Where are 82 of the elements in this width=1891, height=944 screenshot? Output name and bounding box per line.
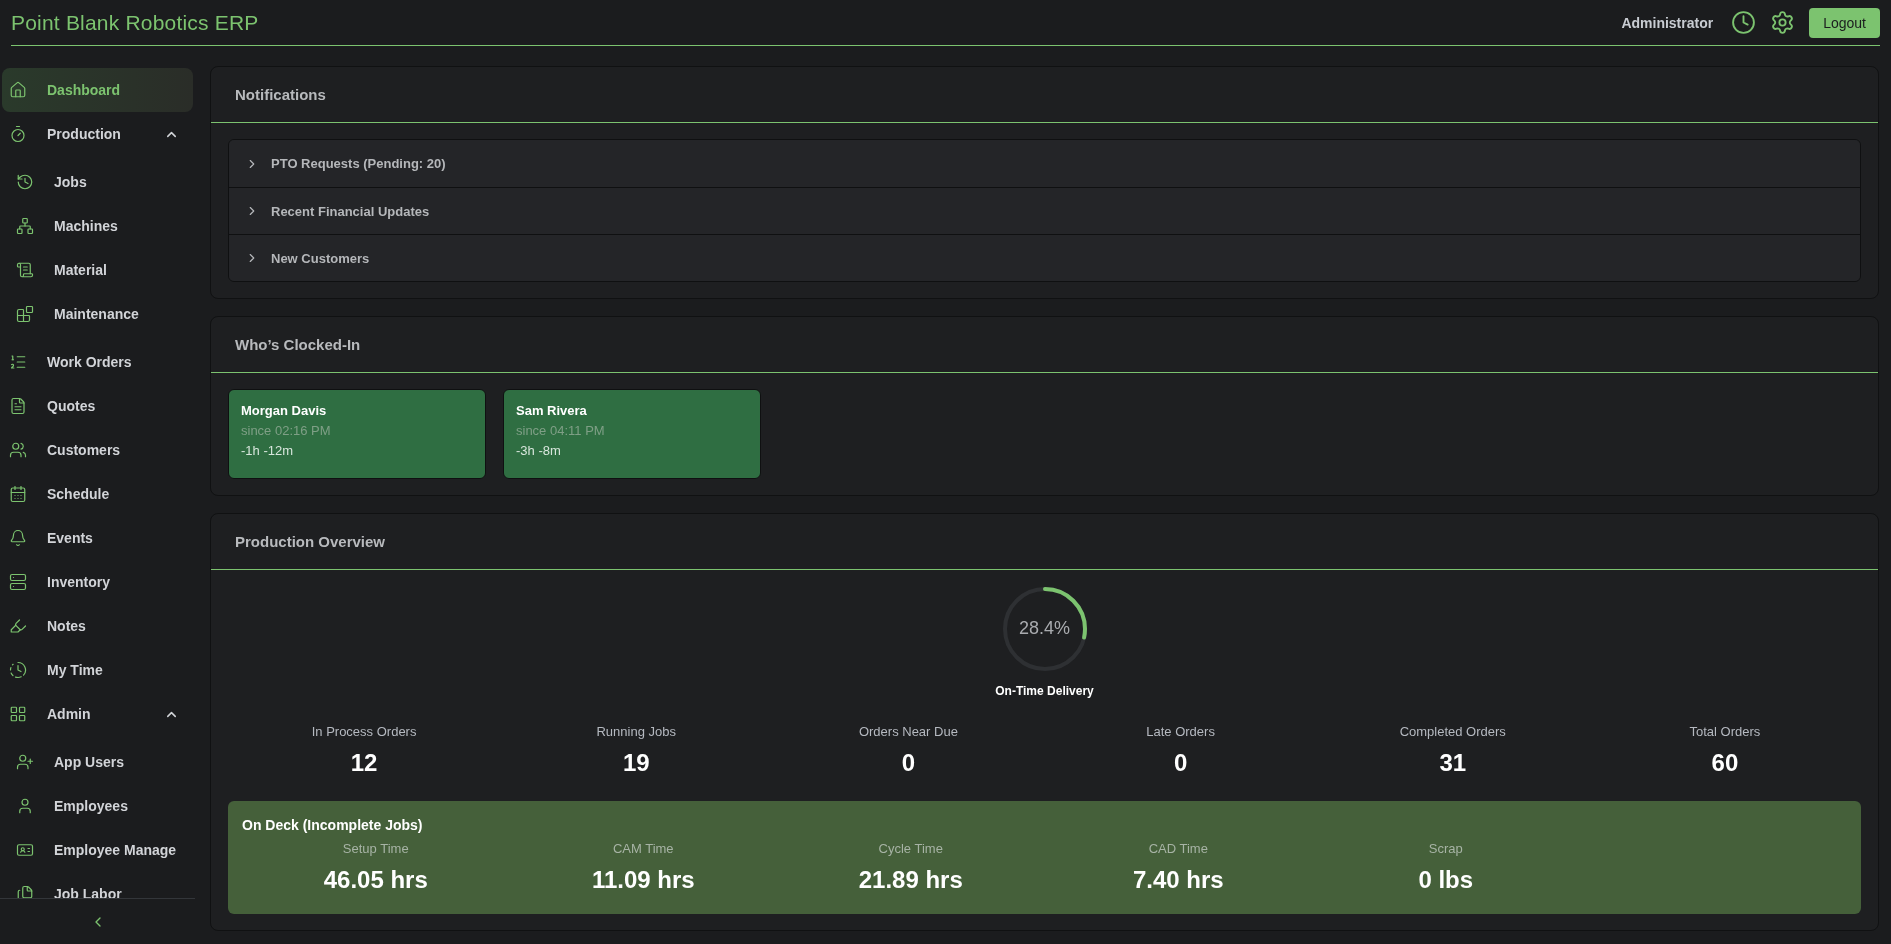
stat-value: 31 (1439, 749, 1467, 777)
sidebar-item[interactable]: Events (2, 516, 193, 560)
menu-item-icon (9, 661, 27, 679)
stat-label: Completed Orders (1399, 724, 1506, 739)
stat-value: 46.05 hrs (323, 866, 428, 894)
clock-in-time: since 02:16 PM (241, 423, 332, 438)
menu-item-icon (9, 573, 27, 591)
duration: -1h -12m (241, 443, 295, 458)
menu-item-icon (9, 353, 27, 371)
menu-item-icon (9, 81, 27, 99)
menu-item-icon (16, 797, 34, 815)
menu-item-icon (16, 885, 34, 898)
menu-item-icon (16, 261, 34, 279)
sidebar-item[interactable]: Admin (2, 692, 193, 736)
stat-label: Late Orders (1146, 724, 1215, 739)
menu-item-icon (9, 125, 27, 143)
accordion-item[interactable]: Recent Financial Updates (229, 187, 1860, 234)
accordion-label: Recent Financial Updates (271, 203, 430, 219)
employee-name: Morgan Davis (241, 403, 328, 418)
sidebar-item[interactable]: Maintenance (2, 292, 193, 336)
stat-label: CAD Time (1148, 841, 1208, 856)
card-title: Production Overview (235, 533, 386, 550)
panel-title: On Deck (Incomplete Jobs) (242, 817, 424, 833)
accordion-item[interactable]: PTO Requests (Pending: 20) (229, 140, 1860, 187)
settings-icon[interactable] (1770, 10, 1796, 35)
employee-name: Sam Rivera (516, 403, 588, 418)
sidebar-item[interactable]: Employees (2, 784, 193, 828)
sidebar-item[interactable]: Employee Manage (2, 828, 193, 872)
sidebar-item[interactable]: Dashboard (2, 68, 193, 112)
stat-value: 0 (901, 749, 916, 777)
accordion-item[interactable]: New Customers (229, 234, 1860, 281)
sidebar-item[interactable]: Production (2, 112, 193, 156)
sidebar-item[interactable]: Notes (2, 604, 193, 648)
menu-item-icon (16, 173, 34, 191)
accordion-label: PTO Requests (Pending: 20) (271, 156, 446, 171)
clock-in-time: since 04:11 PM (516, 423, 606, 438)
card-title: Notifications (235, 86, 326, 103)
menu-item-icon (16, 841, 34, 859)
menu-item-icon (9, 617, 27, 635)
sidebar-item[interactable]: Material (2, 248, 193, 292)
percentage-reading: 28.4% (1017, 618, 1071, 639)
sidebar-item[interactable]: Machines (2, 204, 193, 248)
sidebar-item[interactable]: Work Orders (2, 340, 193, 384)
menu-item-icon (9, 529, 27, 547)
stat-label: Running Jobs (596, 724, 676, 739)
stat-label: Setup Time (342, 841, 409, 856)
stat-value: 0 lbs (1418, 866, 1474, 894)
stat-label: Orders Near Due (858, 724, 958, 739)
stat-label: Total Orders (1689, 724, 1761, 739)
stat-value: 12 (350, 749, 378, 777)
accordion-label: New Customers (271, 250, 370, 266)
stat-label: CAM Time (612, 841, 674, 856)
menu-item-icon (9, 705, 27, 723)
stat-label: Cycle Time (878, 841, 943, 856)
card-title: Who’s Clocked-In (235, 336, 361, 353)
stat-value: 11.09 hrs (591, 866, 695, 894)
stat-value: 60 (1711, 749, 1739, 777)
menu-item-icon (9, 441, 27, 459)
menu-item-icon (9, 485, 27, 503)
app-title: Point Blank Robotics ERP (11, 10, 259, 35)
stat-value: 0 (1173, 749, 1188, 777)
sidebar-item[interactable]: Inventory (2, 560, 193, 604)
sidebar-item[interactable]: App Users (2, 740, 193, 784)
stat-value: 7.40 hrs (1132, 866, 1224, 894)
menu-item-icon (16, 753, 34, 771)
sidebar-item[interactable]: Quotes (2, 384, 193, 428)
stat-label: In Process Orders (311, 724, 417, 739)
ring-label: On-Time Delivery (995, 684, 1094, 698)
logout-button[interactable]: Logout (1809, 7, 1880, 38)
stat-label: Scrap (1428, 841, 1463, 856)
menu-item-icon (9, 397, 27, 415)
sidebar-item[interactable]: Jobs (2, 160, 193, 204)
sidebar-item[interactable]: Schedule (2, 472, 193, 516)
duration: -3h -8m (516, 443, 562, 458)
user-name: Administrator (1621, 14, 1714, 31)
sidebar-item[interactable]: My Time (2, 648, 193, 692)
menu-item-icon (16, 217, 34, 235)
sidebar-item[interactable]: Customers (2, 428, 193, 472)
menu-item-icon (16, 305, 34, 323)
stat-value: 21.89 hrs (858, 866, 963, 894)
clock-icon[interactable] (1731, 10, 1757, 35)
stat-value: 19 (622, 749, 650, 777)
